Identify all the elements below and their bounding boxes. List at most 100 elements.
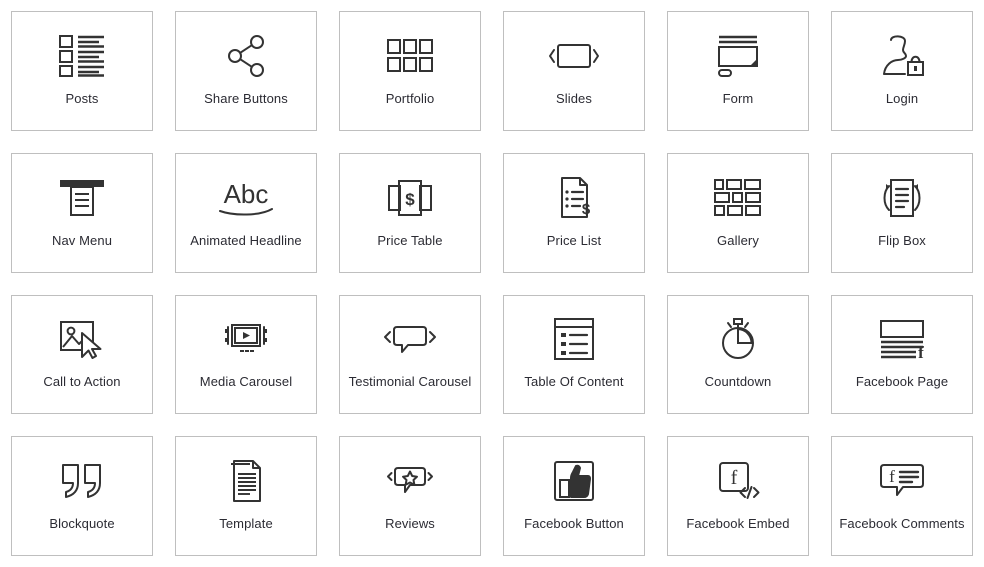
widget-card-label: Reviews: [385, 516, 435, 532]
widget-card-label: Price Table: [377, 232, 443, 248]
login-icon: [879, 29, 925, 83]
widget-grid: Posts Share Buttons Portfolio Slides For…: [0, 0, 984, 567]
widget-card-label: Facebook Comments: [839, 516, 965, 532]
widget-cell: Facebook Button: [492, 425, 656, 567]
price-table-icon: $: [388, 171, 432, 225]
widget-card-facebook-embed[interactable]: f Facebook Embed: [667, 436, 809, 556]
widget-card-price-list[interactable]: $ Price List: [503, 152, 645, 273]
widget-card-template[interactable]: Template: [175, 436, 317, 556]
widget-card-call-to-action[interactable]: Call to Action: [11, 294, 153, 415]
animated-headline-icon: Abc: [214, 171, 278, 225]
widget-card-animated-headline[interactable]: Abc Animated Headline: [175, 152, 317, 273]
widget-card-label: Facebook Button: [524, 516, 624, 532]
widget-cell: Abc Animated Headline: [164, 142, 328, 284]
widget-cell: $ Price List: [492, 142, 656, 284]
widget-card-facebook-page[interactable]: f Facebook Page: [831, 294, 973, 415]
widget-card-share-buttons[interactable]: Share Buttons: [175, 11, 317, 131]
widget-card-label: Facebook Page: [855, 374, 949, 390]
widget-cell: Testimonial Carousel: [328, 284, 492, 426]
countdown-icon: [717, 312, 759, 366]
widget-card-posts[interactable]: Posts: [11, 11, 153, 131]
widget-cell: Portfolio: [328, 0, 492, 142]
facebook-embed-icon: f: [715, 454, 761, 508]
portfolio-icon: [387, 29, 433, 83]
widget-card-price-table[interactable]: $ Price Table: [339, 152, 481, 273]
flip-box-icon: [877, 171, 927, 225]
widget-card-label: Template: [219, 516, 273, 532]
widget-cell: Flip Box: [820, 142, 984, 284]
widget-cell: f Facebook Embed: [656, 425, 820, 567]
widget-card-label: Flip Box: [878, 232, 926, 248]
posts-icon: [59, 29, 105, 83]
widget-cell: Form: [656, 0, 820, 142]
widget-card-table-of-content[interactable]: Table Of Content: [503, 294, 645, 415]
share-buttons-icon: [223, 29, 269, 83]
widget-card-label: Slides: [555, 90, 592, 106]
widget-card-label: Nav Menu: [51, 232, 113, 248]
widget-card-facebook-comments[interactable]: f Facebook Comments: [831, 436, 973, 556]
media-carousel-icon: [219, 312, 273, 366]
widget-card-label: Portfolio: [385, 90, 435, 106]
svg-text:Abc: Abc: [224, 179, 269, 209]
widget-card-countdown[interactable]: Countdown: [667, 294, 809, 415]
widget-cell: Template: [164, 425, 328, 567]
widget-cell: f Facebook Comments: [820, 425, 984, 567]
widget-card-portfolio[interactable]: Portfolio: [339, 11, 481, 131]
widget-cell: Gallery: [656, 142, 820, 284]
facebook-comments-icon: f: [880, 454, 924, 508]
widget-card-label: Testimonial Carousel: [348, 374, 472, 390]
call-to-action-icon: [59, 312, 105, 366]
widget-cell: f Facebook Page: [820, 284, 984, 426]
widget-card-facebook-button[interactable]: Facebook Button: [503, 436, 645, 556]
widget-cell: $ Price Table: [328, 142, 492, 284]
widget-card-label: Table Of Content: [524, 374, 624, 390]
price-list-icon: $: [553, 171, 595, 225]
widget-card-label: Share Buttons: [204, 90, 288, 106]
widget-cell: Media Carousel: [164, 284, 328, 426]
widget-cell: Posts: [0, 0, 164, 142]
widget-card-form[interactable]: Form: [667, 11, 809, 131]
widget-card-media-carousel[interactable]: Media Carousel: [175, 294, 317, 415]
svg-text:$: $: [582, 201, 591, 218]
widget-card-label: Gallery: [717, 232, 759, 248]
widget-cell: Nav Menu: [0, 142, 164, 284]
widget-card-label: Form: [722, 90, 754, 106]
nav-menu-icon: [59, 171, 105, 225]
widget-cell: Login: [820, 0, 984, 142]
widget-card-label: Blockquote: [49, 516, 115, 532]
widget-card-label: Login: [885, 90, 919, 106]
widget-card-blockquote[interactable]: Blockquote: [11, 436, 153, 556]
blockquote-icon: [60, 454, 104, 508]
svg-text:f: f: [889, 467, 895, 486]
slides-icon: [548, 29, 600, 83]
widget-card-label: Facebook Embed: [686, 516, 790, 532]
widget-card-label: Call to Action: [43, 374, 121, 390]
facebook-page-icon: f: [878, 312, 926, 366]
widget-cell: Table Of Content: [492, 284, 656, 426]
reviews-icon: [386, 454, 434, 508]
widget-card-label: Media Carousel: [199, 374, 293, 390]
widget-card-slides[interactable]: Slides: [503, 11, 645, 131]
widget-card-reviews[interactable]: Reviews: [339, 436, 481, 556]
widget-cell: Blockquote: [0, 425, 164, 567]
widget-cell: Reviews: [328, 425, 492, 567]
widget-card-label: Price List: [546, 232, 602, 248]
widget-card-label: Posts: [65, 90, 99, 106]
widget-cell: Share Buttons: [164, 0, 328, 142]
svg-text:$: $: [405, 190, 415, 209]
widget-card-testimonial-carousel[interactable]: Testimonial Carousel: [339, 294, 481, 415]
gallery-icon: [714, 171, 762, 225]
form-icon: [714, 29, 762, 83]
widget-card-label: Countdown: [704, 374, 772, 390]
svg-text:f: f: [918, 343, 924, 359]
widget-cell: Countdown: [656, 284, 820, 426]
widget-cell: Slides: [492, 0, 656, 142]
widget-card-nav-menu[interactable]: Nav Menu: [11, 152, 153, 273]
widget-card-flip-box[interactable]: Flip Box: [831, 152, 973, 273]
table-of-content-icon: [554, 312, 594, 366]
facebook-button-icon: [554, 454, 594, 508]
widget-card-gallery[interactable]: Gallery: [667, 152, 809, 273]
testimonial-carousel-icon: [382, 312, 438, 366]
widget-card-login[interactable]: Login: [831, 11, 973, 131]
widget-card-label: Animated Headline: [190, 232, 302, 248]
